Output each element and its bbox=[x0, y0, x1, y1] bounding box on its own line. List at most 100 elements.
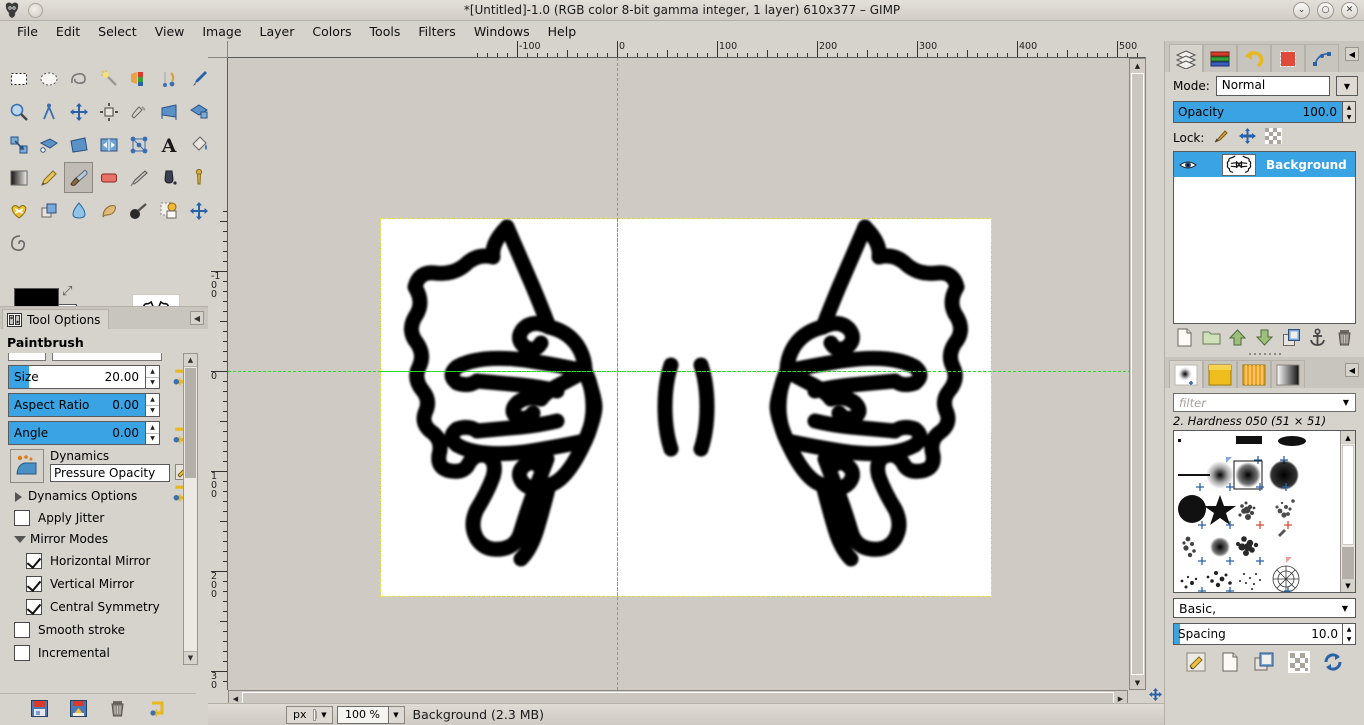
slider-spinner[interactable]: ▲▼ bbox=[145, 394, 159, 416]
scroll-down-button[interactable]: ▼ bbox=[1341, 579, 1355, 592]
checkbox-horizontal-mirror[interactable]: Horizontal Mirror bbox=[26, 553, 208, 569]
menu-item-windows[interactable]: Windows bbox=[465, 23, 539, 40]
window-menu-button[interactable] bbox=[28, 3, 43, 18]
tool-ink[interactable] bbox=[154, 162, 183, 193]
checkbox-vertical-mirror[interactable]: Vertical Mirror bbox=[26, 576, 208, 592]
tool-free-select[interactable] bbox=[64, 63, 93, 94]
tab-paths[interactable] bbox=[1305, 44, 1339, 72]
tool-paintbrush[interactable] bbox=[64, 162, 93, 193]
tool-clone[interactable] bbox=[34, 195, 63, 226]
zoom-value[interactable]: 100 % bbox=[337, 706, 389, 724]
scroll-down-button[interactable]: ▼ bbox=[1130, 676, 1145, 689]
canvas-vertical-scrollbar[interactable]: ▲ ▼ bbox=[1129, 58, 1146, 690]
vertical-ruler[interactable]: -1000100200300400 bbox=[208, 58, 228, 690]
tool-cage-transform[interactable] bbox=[124, 129, 153, 160]
lower-layer-icon[interactable] bbox=[1255, 328, 1274, 350]
new-layer-icon[interactable] bbox=[1175, 328, 1194, 350]
tool-align[interactable] bbox=[94, 96, 123, 127]
tool-flip[interactable] bbox=[94, 129, 123, 160]
slider-spinner[interactable]: ▲▼ bbox=[145, 422, 159, 444]
layer-list[interactable]: Background bbox=[1173, 151, 1356, 324]
tool-crop[interactable] bbox=[124, 96, 153, 127]
lock-position-icon[interactable] bbox=[1239, 128, 1256, 147]
collapse-dock-button[interactable]: ◀ bbox=[190, 311, 204, 325]
scroll-up-button[interactable]: ▲ bbox=[1341, 431, 1355, 444]
unit-selector[interactable]: px ▼ bbox=[286, 706, 333, 724]
menu-item-view[interactable]: View bbox=[146, 23, 194, 40]
lock-alpha-icon[interactable] bbox=[1265, 128, 1282, 147]
brush-filter-input[interactable]: filter bbox=[1174, 396, 1337, 410]
menu-item-edit[interactable]: Edit bbox=[47, 23, 89, 40]
brush-chooser-button[interactable] bbox=[8, 353, 46, 361]
dynamics-value[interactable]: Pressure Opacity bbox=[50, 464, 170, 482]
navigation-preview-button[interactable] bbox=[1147, 686, 1164, 703]
menu-item-file[interactable]: File bbox=[8, 23, 47, 40]
tool-smudge[interactable] bbox=[94, 195, 123, 226]
delete-layer-icon[interactable] bbox=[1335, 328, 1354, 350]
menu-item-select[interactable]: Select bbox=[89, 23, 146, 40]
tool-handle-transform[interactable] bbox=[34, 129, 63, 160]
reset-tool-options-icon[interactable] bbox=[147, 699, 166, 721]
tool-blur-sharpen[interactable] bbox=[64, 195, 93, 226]
opacity-slider[interactable]: Opacity 100.0 ▲▼ bbox=[1173, 101, 1356, 123]
chevron-down-icon[interactable]: ▼ bbox=[1336, 76, 1358, 96]
mode-select[interactable]: Normal bbox=[1216, 76, 1330, 96]
tool-zoom[interactable] bbox=[4, 96, 33, 127]
tool-by-color-select[interactable] bbox=[124, 63, 153, 94]
tool-warp-transform[interactable] bbox=[154, 195, 183, 226]
tool-eraser[interactable] bbox=[94, 162, 123, 193]
checkbox-box[interactable] bbox=[14, 622, 30, 638]
tool-fuzzy-select[interactable] bbox=[94, 63, 123, 94]
checkbox-central-symmetry[interactable]: Central Symmetry bbox=[26, 599, 208, 615]
tool-measure[interactable] bbox=[34, 96, 63, 127]
tab-channels[interactable] bbox=[1203, 44, 1237, 72]
layer-visibility-icon[interactable] bbox=[1178, 159, 1198, 171]
maximize-button[interactable]: ○ bbox=[1317, 2, 1334, 19]
scroll-down-button[interactable]: ▼ bbox=[184, 651, 197, 664]
swap-colors-icon[interactable]: ⤢ bbox=[62, 284, 72, 299]
menu-item-image[interactable]: Image bbox=[193, 23, 250, 40]
tool-pencil[interactable] bbox=[34, 162, 63, 193]
brush-list-selector[interactable]: Basic, ▼ bbox=[1173, 598, 1356, 618]
lock-pixels-icon[interactable] bbox=[1213, 128, 1230, 147]
brush-selector-row[interactable] bbox=[8, 353, 164, 363]
checkbox-incremental[interactable]: Incremental bbox=[14, 645, 208, 661]
tab-palettes[interactable] bbox=[1271, 360, 1305, 388]
tab-layers[interactable] bbox=[1169, 44, 1203, 72]
tool-airbrush[interactable] bbox=[124, 162, 153, 193]
image-canvas[interactable] bbox=[228, 58, 1146, 690]
dynamics-thumbnail[interactable] bbox=[10, 449, 44, 483]
tool-heal[interactable] bbox=[4, 195, 33, 226]
ruler-corner[interactable] bbox=[208, 41, 228, 58]
delete-brush-icon[interactable] bbox=[1288, 651, 1310, 676]
duplicate-brush-icon[interactable] bbox=[1253, 651, 1275, 676]
tab-gradients[interactable] bbox=[1237, 360, 1271, 388]
scroll-up-button[interactable]: ▲ bbox=[184, 354, 197, 367]
brush-grid[interactable] bbox=[1174, 431, 1339, 592]
anchor-layer-icon[interactable] bbox=[1308, 328, 1327, 350]
scrollbar-thumb[interactable] bbox=[185, 368, 196, 478]
menu-item-filters[interactable]: Filters bbox=[409, 23, 464, 40]
refresh-brushes-icon[interactable] bbox=[1322, 651, 1344, 676]
tab-undo-history[interactable] bbox=[1237, 44, 1271, 72]
collapse-right-dock-button[interactable]: ◀ bbox=[1345, 47, 1359, 61]
edit-brush-icon[interactable] bbox=[1185, 651, 1207, 676]
new-layer-group-icon[interactable] bbox=[1202, 328, 1221, 350]
chevron-down-icon[interactable]: ▼ bbox=[1335, 604, 1355, 613]
tab-tool-options[interactable]: Tool Options bbox=[2, 309, 109, 329]
mirror-modes-expander[interactable]: Mirror Modes bbox=[14, 532, 208, 546]
tab-patterns[interactable] bbox=[1203, 360, 1237, 388]
brush-filter-row[interactable]: filter ▼ bbox=[1173, 393, 1356, 412]
scroll-up-button[interactable]: ▲ bbox=[1130, 59, 1145, 72]
spacing-spinner[interactable]: ▲▼ bbox=[1342, 624, 1355, 644]
menu-item-layer[interactable]: Layer bbox=[251, 23, 304, 40]
collapse-brushes-dock-button[interactable]: ◀ bbox=[1345, 363, 1359, 377]
restore-tool-preset-icon[interactable] bbox=[69, 699, 88, 721]
checkbox-apply-jitter[interactable]: Apply Jitter bbox=[14, 510, 208, 526]
checkbox-box[interactable] bbox=[26, 599, 42, 615]
tool-shear[interactable] bbox=[64, 129, 93, 160]
tool-rect-select[interactable] bbox=[4, 63, 33, 94]
tool-gradient[interactable] bbox=[4, 162, 33, 193]
chevron-down-icon[interactable]: ▼ bbox=[316, 711, 332, 719]
vertical-scroll-track[interactable] bbox=[1131, 73, 1144, 675]
